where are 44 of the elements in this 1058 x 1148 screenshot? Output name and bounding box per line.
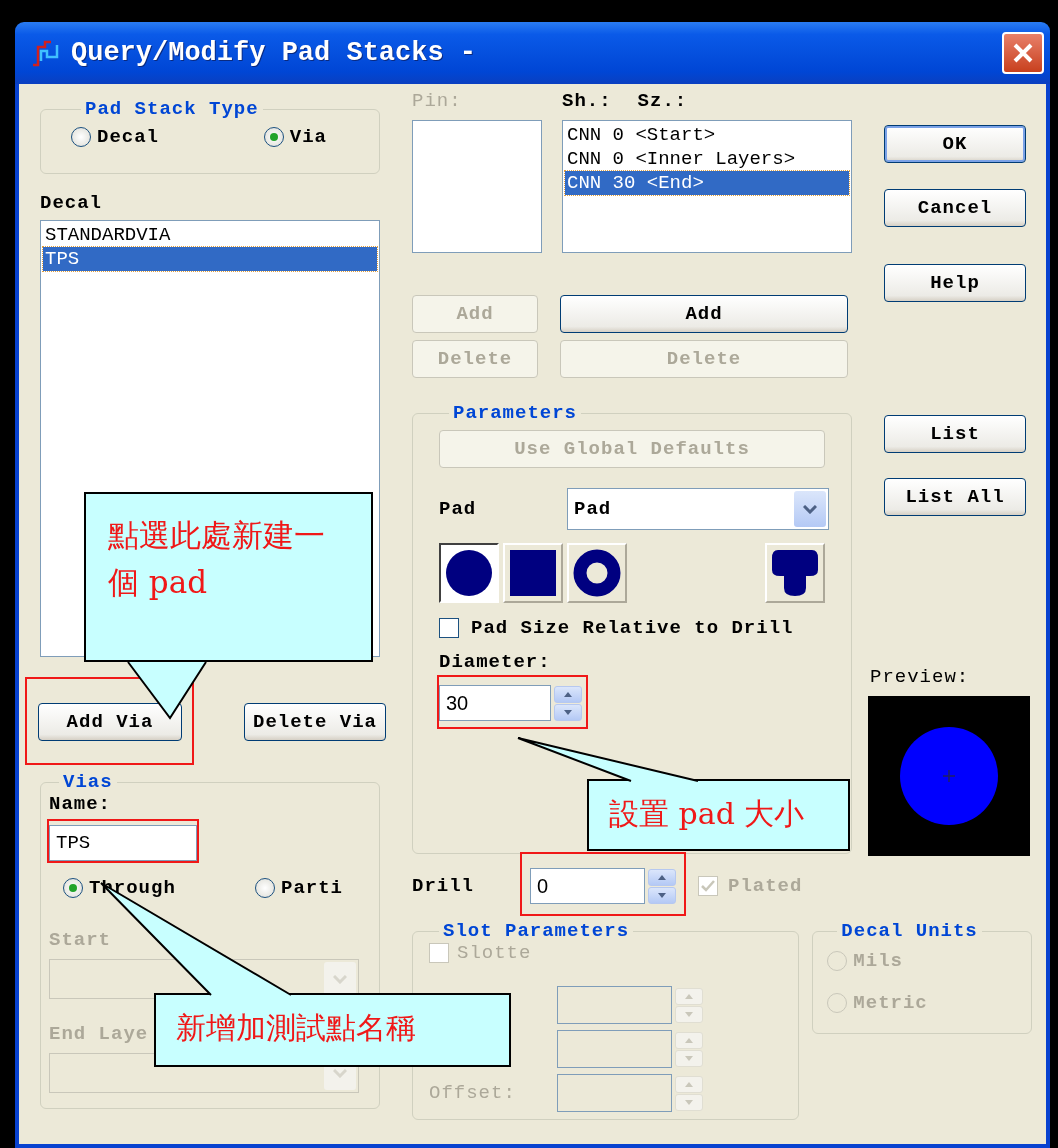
list-label: Pin: xyxy=(412,90,463,112)
field-label: Name: xyxy=(49,793,111,815)
callout-tooltip: 新增加測試點名稱 xyxy=(154,993,511,1067)
group-title: Pad Stack Type xyxy=(84,98,260,120)
delete-via-button[interactable]: Delete Via xyxy=(244,703,386,741)
group-title: Decal Units xyxy=(840,920,979,942)
list-item[interactable]: TPS xyxy=(43,247,377,271)
list-label: Decal xyxy=(40,192,103,214)
radio-label: Mils xyxy=(853,950,903,972)
group-title: Vias xyxy=(62,771,114,793)
field-label: Start xyxy=(49,929,112,951)
help-button[interactable]: Help xyxy=(884,264,1026,302)
field-label: End Laye xyxy=(49,1023,149,1045)
checkbox-label: Plated xyxy=(728,875,803,897)
checkbox-label: Slotte xyxy=(457,942,532,964)
radio-label: Parti xyxy=(281,877,343,899)
column-label: Sh.: xyxy=(562,90,612,112)
radio-label: Metric xyxy=(853,992,928,1014)
add-layer-button[interactable]: Add xyxy=(560,295,848,333)
field-label: Pad xyxy=(439,498,477,520)
list-item[interactable]: CNN 0 <Start> xyxy=(565,123,849,147)
field-label: Drill xyxy=(412,875,475,897)
add-via-button[interactable]: Add Via xyxy=(38,703,182,741)
pad-dropdown[interactable]: Pad xyxy=(567,488,829,530)
callout-tooltip: 點選此處新建一個 pad xyxy=(84,492,373,662)
group-title: Parameters xyxy=(452,402,579,424)
list-all-button[interactable]: List All xyxy=(884,478,1026,516)
group-title: Slot Parameters xyxy=(442,920,631,942)
list-item[interactable]: CNN 30 <End> xyxy=(565,171,849,195)
checkbox-label: Pad Size Relative to Drill xyxy=(471,617,794,639)
preview-label: Preview: xyxy=(870,666,971,688)
ok-button[interactable]: OK xyxy=(884,125,1026,163)
list-item[interactable]: CNN 0 <Inner Layers> xyxy=(565,147,849,171)
diameter-field[interactable]: 30 xyxy=(439,685,551,721)
list-button[interactable]: List xyxy=(884,415,1026,453)
field-label: Diameter: xyxy=(439,651,552,673)
field-label: Offset: xyxy=(429,1082,516,1104)
drill-field[interactable]: 0 xyxy=(530,868,645,904)
window-title: Query/Modify Pad Stacks - xyxy=(71,38,478,68)
radio-label: Via xyxy=(289,126,327,148)
column-label: Sz.: xyxy=(637,90,688,112)
cancel-button[interactable]: Cancel xyxy=(884,189,1026,227)
list-item[interactable]: STANDARDVIA xyxy=(43,223,377,247)
radio-label: Decal xyxy=(97,126,159,148)
